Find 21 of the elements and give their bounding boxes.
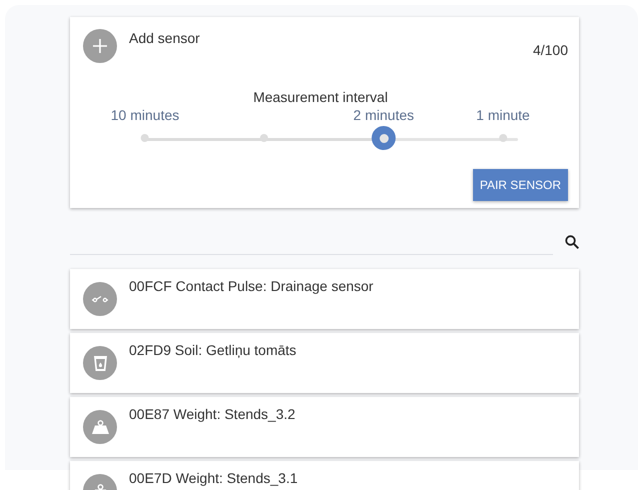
- sensor-card[interactable]: 00FCF Contact Pulse: Drainage sensor: [70, 269, 579, 329]
- slider-thumb[interactable]: [372, 126, 396, 150]
- sensor-name: 00E87 Weight: Stends_3.2: [129, 406, 296, 422]
- pair-sensor-button[interactable]: PAIR SENSOR: [472, 169, 568, 201]
- slider-label: Measurement interval: [253, 89, 388, 105]
- interval-slider[interactable]: [145, 138, 518, 141]
- sensor-card[interactable]: 00E7D Weight: Stends_3.1: [70, 461, 579, 490]
- plus-icon[interactable]: [83, 29, 117, 63]
- switch-icon: [92, 295, 108, 303]
- cup-icon: [94, 356, 106, 370]
- search-icon[interactable]: [565, 234, 579, 248]
- card-title: Add sensor: [129, 30, 201, 46]
- sensor-name: 02FD9 Soil: Getliņu tomāts: [129, 342, 296, 358]
- stop-label: 2 minutes: [353, 107, 414, 125]
- sensor-card[interactable]: 00E87 Weight: Stends_3.2: [70, 397, 579, 457]
- stop-label: 1 minute: [476, 107, 530, 125]
- sensor-count: 4/100: [532, 42, 568, 58]
- sensor-name: 00FCF Contact Pulse: Drainage sensor: [129, 278, 374, 294]
- sensor-card[interactable]: 02FD9 Soil: Getliņu tomāts: [70, 333, 579, 393]
- stop-label: 10 minutes: [110, 107, 180, 125]
- sensor-name: 00E7D Weight: Stends_3.1: [129, 470, 298, 486]
